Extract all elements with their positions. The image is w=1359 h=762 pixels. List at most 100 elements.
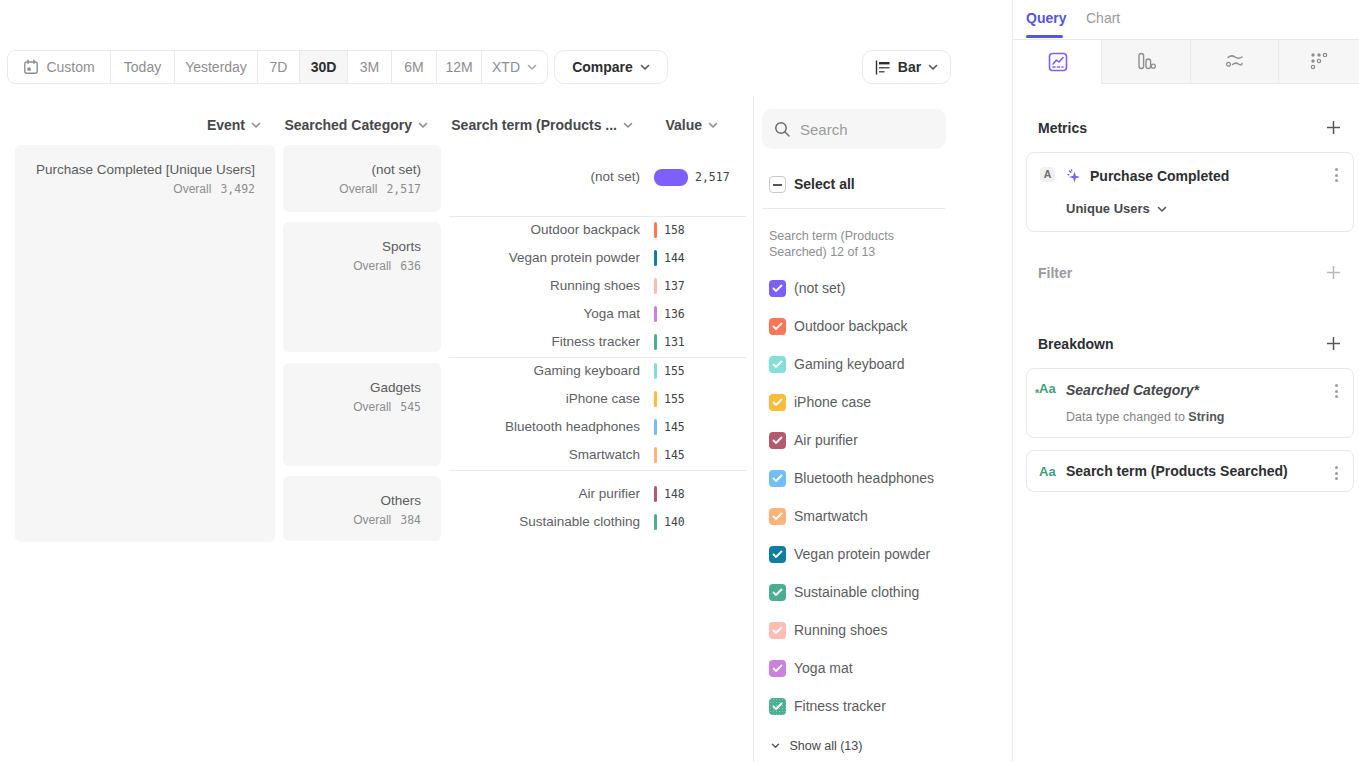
value-label: 137 [664, 272, 685, 300]
legend-item-label[interactable]: Air purifier [794, 432, 858, 449]
category-cell[interactable]: (not set) Overall2,517 [283, 145, 441, 212]
range-xtd[interactable]: XTD [482, 51, 547, 83]
insights-icon [1048, 52, 1068, 72]
legend-item-label[interactable]: iPhone case [794, 394, 871, 411]
search-term-label: Smartwatch [449, 441, 640, 469]
legend-checkbox[interactable] [769, 622, 786, 639]
column-header-event[interactable]: Event [15, 117, 261, 133]
legend-search-input[interactable] [800, 121, 930, 138]
range-3m[interactable]: 3M [348, 51, 392, 83]
report-tab-insights[interactable] [1013, 39, 1103, 84]
category-name: (not set) [295, 161, 421, 178]
value-label: 155 [664, 357, 685, 385]
value-label: 2,517 [695, 163, 730, 191]
legend-divider [762, 208, 945, 209]
chart-type-button[interactable]: Bar [862, 50, 951, 84]
metric-unit-selector[interactable]: Unique Users [1066, 201, 1167, 216]
range-30d[interactable]: 30D [300, 51, 348, 83]
legend-checkbox[interactable] [769, 394, 786, 411]
report-tab-retention[interactable] [1278, 39, 1359, 84]
add-metric-button[interactable] [1326, 120, 1341, 135]
select-all-label[interactable]: Select all [794, 176, 855, 193]
add-breakdown-button[interactable] [1326, 336, 1341, 351]
breakdown-card-searched-category[interactable]: Aa* Searched Category* Data type changed… [1026, 368, 1354, 438]
value-bar [654, 334, 657, 350]
funnels-icon [1136, 51, 1156, 71]
range-today[interactable]: Today [111, 51, 175, 83]
legend-checkbox[interactable] [769, 584, 786, 601]
sidebar-tabs-border [1013, 39, 1359, 40]
legend-item-label[interactable]: Outdoor backpack [794, 318, 908, 335]
value-bar [654, 306, 657, 322]
legend-item-label[interactable]: Sustainable clothing [794, 584, 919, 601]
category-cell[interactable]: OthersOverall384 [283, 476, 441, 541]
tab-chart[interactable]: Chart [1086, 8, 1120, 28]
legend-item-label[interactable]: Yoga mat [794, 660, 853, 677]
tab-query[interactable]: Query [1026, 8, 1066, 28]
legend-checkbox[interactable] [769, 470, 786, 487]
range-custom[interactable]: Custom [8, 51, 111, 83]
legend-checkbox[interactable] [769, 432, 786, 449]
legend-item-label[interactable]: Smartwatch [794, 508, 868, 525]
show-all-toggle[interactable]: Show all (13) [771, 736, 862, 754]
compare-button[interactable]: Compare [554, 50, 668, 84]
legend-checkbox[interactable] [769, 660, 786, 677]
legend-group-label-line1: Search term (Products [769, 228, 894, 244]
chevron-down-icon [527, 64, 537, 71]
column-header-value[interactable]: Value [634, 117, 718, 133]
overall-label: Overall [173, 181, 211, 197]
legend-checkbox[interactable] [769, 698, 786, 715]
check-icon [772, 284, 783, 293]
check-icon [772, 550, 783, 559]
chevron-down-icon [251, 122, 261, 129]
legend-item-label[interactable]: Fitness tracker [794, 698, 886, 715]
event-cell[interactable]: Purchase Completed [Unique Users] Overal… [15, 145, 275, 542]
flows-icon [1224, 51, 1246, 71]
tab-query-underline [1026, 35, 1063, 38]
metric-menu-button[interactable] [1333, 166, 1340, 184]
legend-item-label[interactable]: Running shoes [794, 622, 887, 639]
breakdown-menu-button[interactable] [1333, 382, 1340, 400]
legend-search[interactable] [762, 109, 946, 149]
chart-type-label: Bar [898, 59, 921, 75]
legend-checkbox[interactable] [769, 508, 786, 525]
category-cell[interactable]: GadgetsOverall545 [283, 363, 441, 466]
range-yesterday[interactable]: Yesterday [175, 51, 258, 83]
legend-item-label[interactable]: Vegan protein powder [794, 546, 930, 563]
value-bar [654, 250, 657, 266]
column-header-searched-category[interactable]: Searched Category [283, 117, 428, 133]
chevron-down-icon [640, 64, 650, 71]
breakdown-card-search-term[interactable]: Aa Search term (Products Searched) [1026, 450, 1354, 492]
search-term-label: Fitness tracker [449, 328, 640, 356]
range-12m[interactable]: 12M [437, 51, 482, 83]
add-filter-button[interactable] [1326, 265, 1341, 280]
category-overall-value: 545 [400, 399, 421, 415]
report-tab-flows[interactable] [1190, 39, 1278, 84]
value-label: 136 [664, 300, 685, 328]
category-name: Others [295, 492, 421, 509]
category-overall-value: 2,517 [386, 181, 421, 197]
insights-report: CustomTodayYesterday7D30D3M6M12MXTD Comp… [0, 0, 1359, 762]
category-overall: Overall636 [295, 258, 421, 274]
select-all-checkbox[interactable] [769, 176, 786, 193]
legend-checkbox[interactable] [769, 356, 786, 373]
value-label: 155 [664, 385, 685, 413]
legend-item-label[interactable]: Bluetooth headphones [794, 470, 934, 487]
column-header-search-term[interactable]: Search term (Products ... [449, 117, 633, 133]
check-icon [772, 322, 783, 331]
overall-label: Overall [353, 512, 391, 528]
legend-item-label[interactable]: Gaming keyboard [794, 356, 905, 373]
category-overall: Overall2,517 [295, 181, 421, 197]
breakdown-menu-button[interactable] [1333, 464, 1340, 482]
legend-checkbox[interactable] [769, 280, 786, 297]
category-cell[interactable]: SportsOverall636 [283, 222, 441, 352]
metric-card[interactable]: A Purchase Completed Unique Users [1026, 152, 1354, 232]
legend-checkbox[interactable] [769, 318, 786, 335]
legend-item-label[interactable]: (not set) [794, 280, 845, 297]
legend-checkbox[interactable] [769, 546, 786, 563]
retention-icon [1309, 51, 1329, 71]
breakdown-label: Search term (Products Searched) [1066, 463, 1288, 479]
range-7d[interactable]: 7D [258, 51, 300, 83]
range-6m[interactable]: 6M [392, 51, 437, 83]
report-tab-funnels[interactable] [1101, 39, 1190, 84]
